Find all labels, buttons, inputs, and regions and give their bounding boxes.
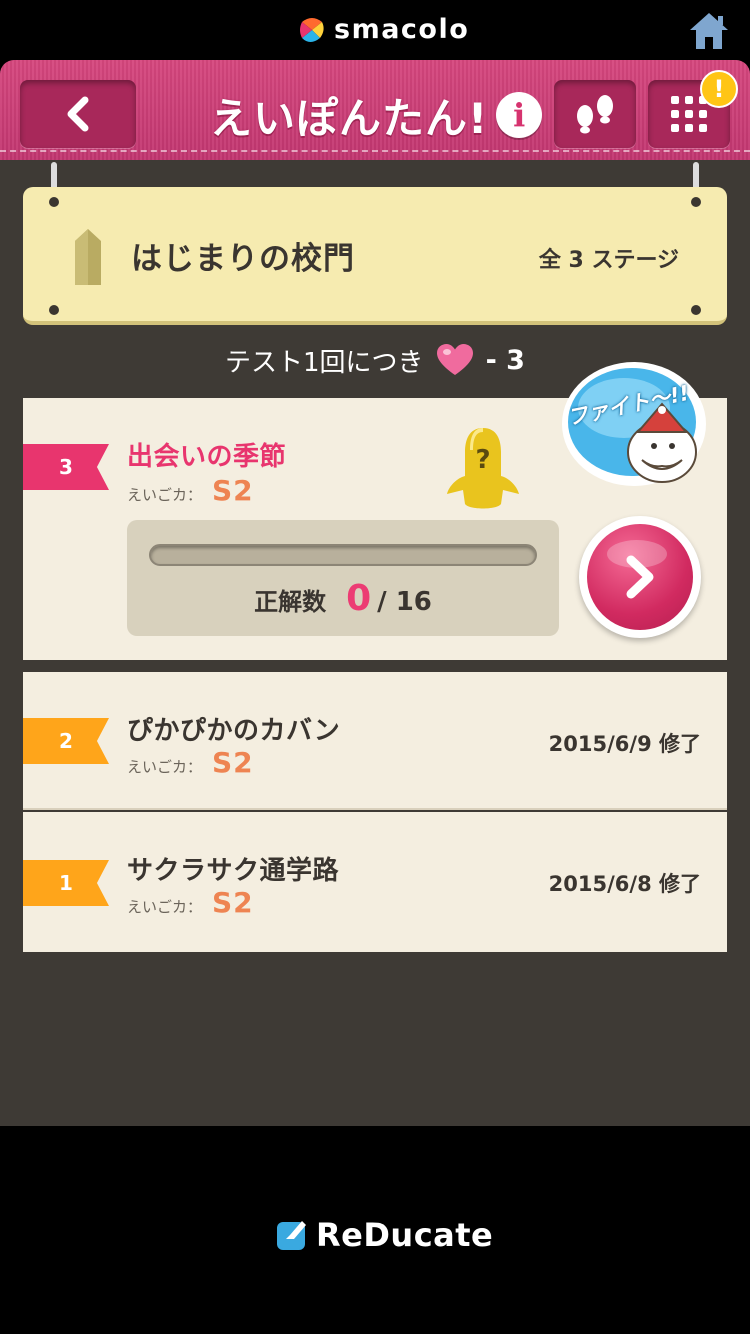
lesson-title: サクラサク通学路 [127, 856, 340, 886]
reducate-mark-icon [277, 1221, 306, 1250]
score-label: 正解数 [254, 588, 327, 616]
skill-row: えいごカ： S2 [127, 746, 254, 779]
lesson-card-completed[interactable]: 1 サクラサク通学路 えいごカ： S2 2015/6/8 修了 [23, 812, 727, 952]
footprints-button[interactable] [554, 80, 636, 148]
mystery-character-icon: ? [447, 428, 519, 509]
heart-cost-value: - 3 [485, 344, 525, 376]
back-button[interactable] [20, 80, 136, 148]
progress-panel: 正解数 0 / 16 [127, 520, 559, 636]
footer-brand: ReDucate [316, 1216, 494, 1254]
start-lesson-button-face [587, 524, 693, 630]
footprints-icon [577, 95, 613, 134]
lesson-title: 出会いの季節 [127, 442, 287, 472]
app-title-text: えいぽんたん! [210, 93, 489, 143]
completion-date: 2015/6/8 修了 [548, 872, 701, 896]
skill-value: S2 [212, 886, 254, 919]
reducate-logo: ReDucate [276, 1216, 493, 1254]
lesson-card-completed[interactable]: 2 ぴかぴかのカバン えいごカ： S2 2015/6/9 修了 [23, 672, 727, 810]
sign-nail [49, 305, 59, 315]
sign-nail [49, 197, 59, 207]
skill-row: えいごカ： S2 [127, 886, 254, 919]
stage-count: 全 3 ステージ [538, 248, 679, 273]
score-row: 正解数 0 / 16 [127, 578, 559, 619]
completion-date: 2015/6/9 修了 [548, 732, 701, 756]
home-button[interactable] [688, 10, 730, 52]
notification-badge: ! [700, 70, 738, 108]
skill-label: えいごカ： [127, 486, 203, 504]
lesson-number-ribbon: 1 [23, 860, 109, 906]
smacolo-mark-icon [300, 17, 324, 42]
system-bar: smacolo [0, 0, 750, 62]
skill-row: えいごカ： S2 [127, 474, 254, 507]
stage-sign: はじまりの校門 全 3 ステージ [23, 187, 727, 325]
chevron-left-icon [67, 96, 89, 132]
lesson-number-ribbon: 3 [23, 444, 109, 490]
svg-text:?: ? [475, 445, 490, 475]
info-icon[interactable]: i [496, 92, 543, 138]
total-count: / 16 [377, 587, 432, 617]
heart-icon [436, 344, 473, 375]
skill-label: えいごカ： [127, 898, 203, 916]
skill-value: S2 [212, 746, 254, 779]
home-icon [690, 13, 728, 49]
gate-pillar-icon [75, 229, 101, 285]
lesson-number-ribbon: 2 [23, 718, 109, 764]
skill-label: えいごカ： [127, 758, 203, 776]
brand-name: smacolo [334, 14, 470, 45]
correct-count: 0 [346, 578, 372, 619]
start-lesson-button[interactable] [579, 516, 701, 638]
progress-bar [149, 544, 537, 566]
lesson-title: ぴかぴかのカバン [127, 716, 341, 746]
heart-cost-text: テスト1回につき [225, 347, 424, 378]
smacolo-logo: smacolo [298, 14, 469, 45]
stage-title: はじまりの校門 [131, 241, 355, 277]
sign-nail [691, 305, 701, 315]
chevron-right-icon [607, 540, 667, 599]
sign-nail [691, 197, 701, 207]
app-title: えいぽんたん! i [210, 80, 543, 150]
skill-value: S2 [212, 474, 254, 507]
